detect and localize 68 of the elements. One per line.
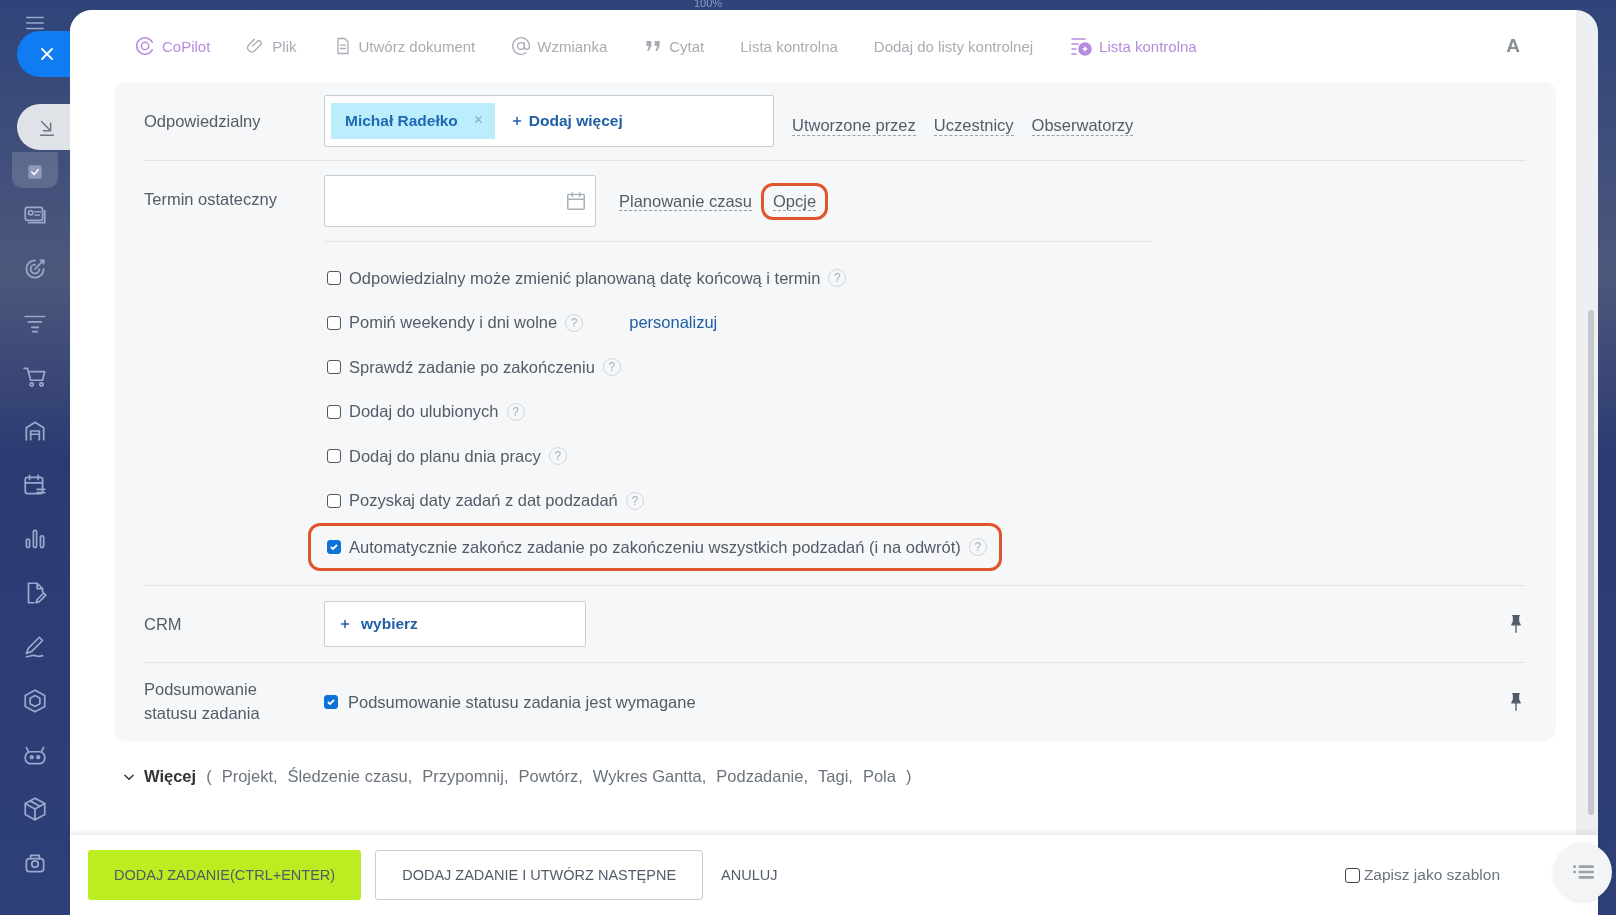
role-link[interactable]: Obserwatorzy <box>1031 116 1134 136</box>
checkbox[interactable] <box>327 360 341 375</box>
at-sign-icon <box>511 36 532 56</box>
more-toggle[interactable]: Więcej <box>122 767 197 786</box>
more-item-link[interactable]: Podzadanie, <box>716 767 809 786</box>
plus-icon <box>339 618 351 630</box>
add-more-link[interactable]: Dodaj więcej <box>510 112 623 130</box>
option-label: Dodaj do planu dnia pracy <box>349 446 541 466</box>
scrollbar[interactable] <box>1588 310 1594 815</box>
role-link[interactable]: Uczestnicy <box>933 116 1014 136</box>
toolbar-button[interactable]: CoPilot <box>134 35 211 57</box>
checkbox[interactable] <box>1344 867 1360 883</box>
toolbar-button[interactable]: Lista kontrolna <box>1069 34 1197 58</box>
plus-icon <box>510 115 523 127</box>
crm-select-button[interactable]: wybierz <box>324 601 586 647</box>
more-item-link[interactable]: Śledzenie czasu, <box>287 767 413 786</box>
cart-icon[interactable] <box>22 364 48 390</box>
more-item-link[interactable]: Wykres Gantta, <box>592 767 707 786</box>
option-label: Sprawdź zadanie po zakończeniu <box>349 357 595 377</box>
hexagon-icon[interactable] <box>22 688 48 714</box>
checkbox[interactable] <box>327 449 341 464</box>
calendar-icon <box>565 190 587 212</box>
minimize-button[interactable] <box>17 104 71 150</box>
person-tag: Michał Radełko <box>331 103 495 139</box>
checkmark-icon <box>326 697 336 707</box>
add-task-button[interactable]: DODAJ ZADANIE(CTRL+ENTER) <box>88 850 362 900</box>
more-item-link[interactable]: Pola <box>862 767 896 786</box>
field-label: Termin ostateczny <box>144 189 278 209</box>
option-label: Pozyskaj daty zadań z dat podzadań <box>349 491 618 511</box>
checkbox[interactable] <box>327 271 341 286</box>
deadline-link[interactable]: Opcje <box>761 182 829 220</box>
checkbox-label: Zapisz jako szablon <box>1363 866 1500 884</box>
cube-icon[interactable] <box>22 796 48 822</box>
option-label: Dodaj do ulubionych <box>349 402 499 422</box>
more-bracket: ( <box>206 767 212 786</box>
checkbox[interactable] <box>324 695 338 709</box>
more-item-link[interactable]: Tagi, <box>818 767 853 786</box>
field-label: CRM <box>144 614 183 634</box>
text-format-button[interactable]: A <box>1500 34 1526 58</box>
cancel-button[interactable]: ANULUJ <box>717 850 782 900</box>
checkbox[interactable] <box>327 404 341 419</box>
copilot-icon <box>134 35 156 57</box>
checkbox-icon <box>25 162 45 182</box>
option-label: Podsumowanie statusu zadania jest wymagane <box>348 692 696 712</box>
customize-link[interactable]: personalizuj <box>629 313 718 333</box>
field-label: Podsumowanie statusu zadania <box>144 679 261 724</box>
deadline-link[interactable]: Planowanie czasu <box>614 182 757 220</box>
field-label: Odpowiedzialny <box>144 111 262 131</box>
close-button[interactable] <box>17 31 71 77</box>
checkbox[interactable] <box>327 315 341 330</box>
calendar-icon[interactable] <box>22 472 48 498</box>
add-and-next-button[interactable]: DODAJ ZADANIE I UTWÓRZ NASTĘPNE <box>375 850 704 900</box>
more-bracket: ) <box>905 767 912 786</box>
role-link[interactable]: Utworzone przez <box>792 116 916 136</box>
option-label: Automatycznie zakończ zadanie po zakończeniu wszystkich podzadań (i na odwrót) <box>349 537 961 557</box>
checkbox[interactable] <box>327 493 341 508</box>
more-item-link[interactable]: Przypomnij, <box>422 767 509 786</box>
more-item-link[interactable]: Projekt, <box>221 767 278 786</box>
option-label: Pomiń weekendy i dni wolne <box>349 313 558 333</box>
responsible-field[interactable]: Michał Radełko Dodaj więcej <box>324 95 774 147</box>
option-label: Odpowiedzialny może zmienić planowaną datę końcową i termin <box>349 268 821 288</box>
zoom-label: 100% <box>694 0 723 9</box>
date-field[interactable] <box>324 175 596 227</box>
more-item-link[interactable]: Powtórz, <box>518 767 583 786</box>
checkbox[interactable] <box>327 540 341 554</box>
task-nav-tile[interactable] <box>12 152 58 188</box>
list-menu-button[interactable] <box>1554 843 1612 901</box>
checkmark-icon <box>329 542 339 552</box>
